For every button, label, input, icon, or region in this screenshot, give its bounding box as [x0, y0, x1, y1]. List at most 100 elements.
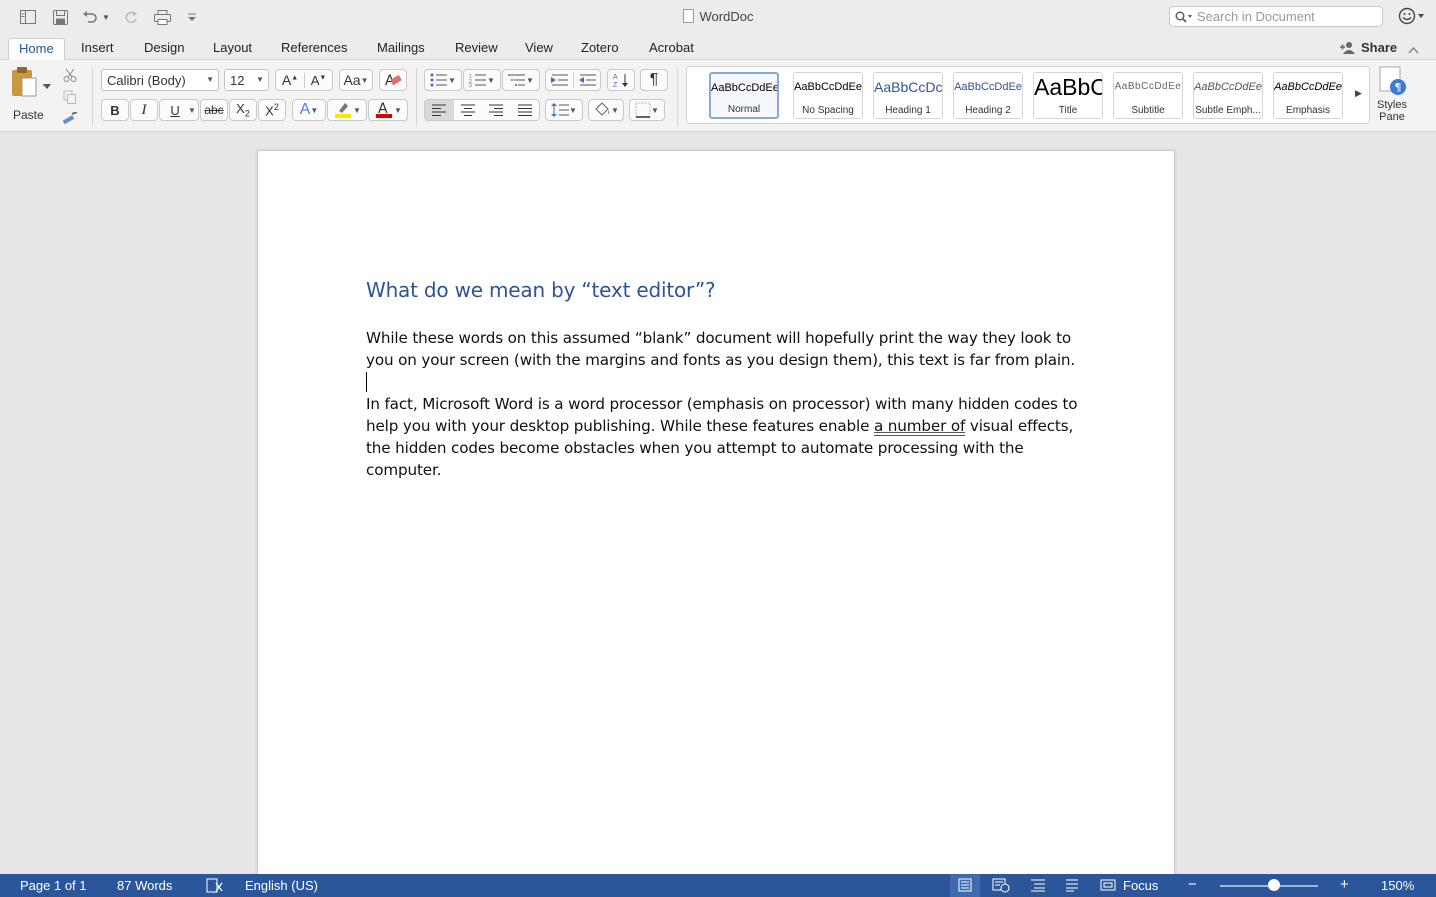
- style-sample: AaBbCcDdEe: [1274, 81, 1342, 93]
- document-paragraph[interactable]: While these words on this assumed “blank…: [366, 327, 1086, 371]
- redo-icon[interactable]: [122, 7, 140, 27]
- change-case-icon: Aa: [343, 72, 361, 88]
- line-spacing-button[interactable]: ▼: [545, 99, 583, 121]
- style-subtitle[interactable]: AaBbCcDdEe Subtitle: [1113, 72, 1183, 119]
- style-name: Heading 1: [885, 105, 931, 116]
- word-count[interactable]: 87 Words: [117, 878, 172, 893]
- multilevel-list-button[interactable]: ▼: [502, 69, 540, 91]
- zoom-slider-thumb[interactable]: [1268, 879, 1280, 891]
- document-heading[interactable]: What do we mean by “text editor”?: [366, 278, 716, 302]
- focus-icon[interactable]: [1100, 878, 1116, 895]
- justify-icon[interactable]: [511, 104, 540, 116]
- style-subtle-emphasis[interactable]: AaBbCcDdEe Subtle Emph...: [1193, 72, 1263, 119]
- strikethrough-button[interactable]: abc: [200, 99, 228, 121]
- zoom-level[interactable]: 150%: [1381, 878, 1414, 893]
- style-no-spacing[interactable]: AaBbCcDdEe No Spacing: [793, 72, 863, 119]
- focus-button[interactable]: Focus: [1123, 878, 1158, 893]
- tab-view[interactable]: View: [525, 38, 553, 60]
- italic-button[interactable]: I: [130, 99, 158, 121]
- text-effects-button[interactable]: A ▼: [292, 99, 326, 121]
- paste-button[interactable]: Paste: [8, 66, 51, 122]
- sort-icon: AZ: [613, 74, 628, 88]
- collapse-ribbon-icon[interactable]: [1408, 42, 1419, 57]
- font-name-select[interactable]: Calibri (Body) ▼: [101, 69, 219, 91]
- style-sample: AaBbCcDdEe: [954, 81, 1022, 93]
- cut-icon[interactable]: [60, 64, 80, 86]
- paste-dropdown-icon[interactable]: [43, 84, 51, 90]
- numbering-button[interactable]: 1 2 3 ▼: [463, 69, 501, 91]
- document-page[interactable]: What do we mean by “text editor”? While …: [257, 150, 1175, 880]
- style-normal[interactable]: AaBbCcDdEe Normal: [709, 72, 779, 119]
- zoom-out-button[interactable]: −: [1188, 876, 1197, 893]
- styles-pane-button[interactable]: ¶ Styles Pane: [1374, 66, 1410, 123]
- zoom-in-button[interactable]: +: [1340, 876, 1349, 893]
- search-input[interactable]: [1197, 9, 1377, 24]
- font-size-select[interactable]: 12 ▼: [224, 69, 269, 91]
- shading-button[interactable]: ▼: [588, 99, 624, 121]
- change-case-button[interactable]: Aa ▼: [339, 69, 373, 91]
- tab-layout[interactable]: Layout: [213, 38, 252, 60]
- customize-toolbar-icon[interactable]: [185, 7, 199, 27]
- undo-dropdown-icon[interactable]: ▼: [101, 7, 111, 27]
- align-center-icon[interactable]: [454, 104, 483, 116]
- superscript-button[interactable]: X2: [258, 99, 286, 121]
- highlight-button[interactable]: ▼: [327, 99, 367, 121]
- draft-view-icon[interactable]: [1065, 878, 1079, 895]
- font-color-button[interactable]: A ▼: [368, 99, 408, 121]
- style-heading-2[interactable]: AaBbCcDdEe Heading 2: [953, 72, 1023, 119]
- tab-design[interactable]: Design: [144, 38, 184, 60]
- search-box[interactable]: [1169, 6, 1383, 27]
- strikethrough-icon: abc: [204, 103, 224, 117]
- print-icon[interactable]: [152, 7, 172, 27]
- share-button[interactable]: Share: [1340, 40, 1397, 55]
- tab-zotero[interactable]: Zotero: [581, 38, 619, 60]
- bold-button[interactable]: B: [101, 99, 129, 121]
- style-sample: AaBbCcDdEe: [1194, 81, 1262, 93]
- styles-more-icon[interactable]: ▶: [1355, 88, 1362, 99]
- increase-indent-icon[interactable]: [572, 73, 600, 87]
- outline-view-icon[interactable]: [1030, 878, 1046, 895]
- show-formatting-button[interactable]: ¶: [640, 69, 668, 91]
- clear-formatting-button[interactable]: A: [379, 69, 407, 91]
- bullets-button[interactable]: ▼: [424, 69, 462, 91]
- align-right-icon[interactable]: [482, 104, 511, 116]
- sort-button[interactable]: AZ: [607, 69, 635, 91]
- proofing-icon[interactable]: [206, 878, 224, 896]
- print-layout-view-icon[interactable]: [958, 878, 972, 895]
- shrink-font-icon[interactable]: A▼: [303, 72, 332, 88]
- undo-icon[interactable]: [80, 7, 100, 27]
- text-effects-icon: A: [299, 101, 311, 118]
- page-count[interactable]: Page 1 of 1: [20, 878, 87, 893]
- tab-insert[interactable]: Insert: [81, 38, 114, 60]
- underline-button[interactable]: U ▼: [159, 99, 199, 121]
- borders-button[interactable]: ▼: [629, 99, 665, 121]
- feedback-smiley-icon[interactable]: [1398, 7, 1426, 28]
- tab-references[interactable]: References: [281, 38, 347, 60]
- style-heading-1[interactable]: AaBbCcDc Heading 1: [873, 72, 943, 119]
- italic-icon: I: [141, 101, 147, 118]
- grow-font-icon[interactable]: A▲: [276, 72, 304, 88]
- styles-pane-icon: ¶: [1379, 66, 1406, 95]
- style-title[interactable]: AaBbC Title: [1033, 72, 1103, 119]
- sidebar-toggle-icon[interactable]: [18, 7, 38, 27]
- web-layout-view-icon[interactable]: [992, 878, 1010, 896]
- format-painter-icon[interactable]: [60, 108, 80, 130]
- decrease-indent-icon[interactable]: [546, 73, 573, 87]
- ribbon-separator: [677, 68, 678, 126]
- tab-review[interactable]: Review: [455, 38, 498, 60]
- subscript-button[interactable]: X2: [229, 99, 257, 121]
- tab-home[interactable]: Home: [8, 38, 65, 61]
- grammar-flagged-text[interactable]: a number of: [874, 417, 965, 435]
- ribbon: Paste Calibri (Body) ▼ 12 ▼ A▲ A▼ Aa ▼ A …: [0, 60, 1436, 132]
- language[interactable]: English (US): [245, 878, 318, 893]
- chevron-down-icon: ▼: [569, 105, 577, 115]
- tab-mailings[interactable]: Mailings: [377, 38, 425, 60]
- tab-acrobat[interactable]: Acrobat: [649, 38, 694, 60]
- style-emphasis[interactable]: AaBbCcDdEe Emphasis: [1273, 72, 1343, 119]
- numbered-list-icon: 123: [469, 74, 487, 87]
- save-icon[interactable]: [50, 7, 70, 27]
- document-paragraph[interactable]: In fact, Microsoft Word is a word proces…: [366, 393, 1086, 481]
- style-sample: AaBbCcDdEe: [1114, 81, 1182, 92]
- align-left-icon[interactable]: [425, 100, 454, 120]
- copy-icon[interactable]: [60, 86, 80, 108]
